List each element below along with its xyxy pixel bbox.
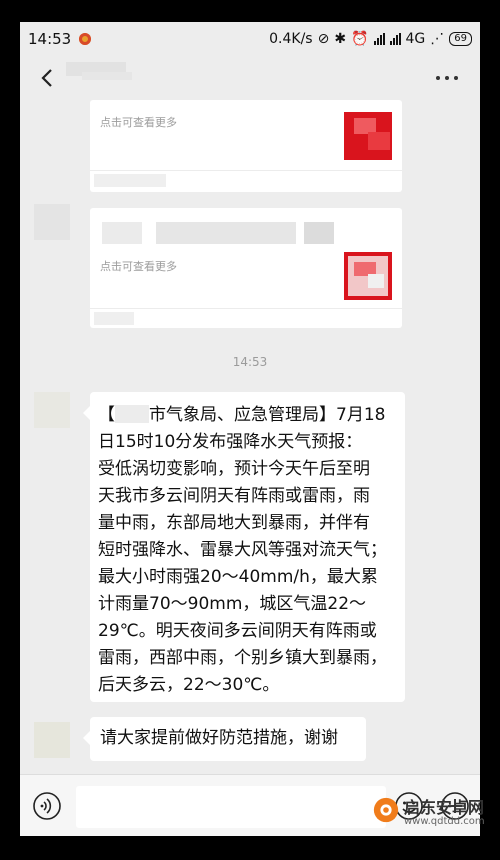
card-title-redaction-2 (156, 222, 296, 244)
card-title-redaction-3 (304, 222, 334, 244)
card-hint: 点击可查看更多 (100, 260, 177, 273)
alarm-icon: ⏰ (351, 31, 369, 47)
more-dots-icon[interactable] (436, 74, 460, 82)
phone-screen: 14:53 0.4K/s ⊘ ✱ ⏰ 4G ⋰ 69 点击可查看更多 点击可查看… (20, 22, 480, 836)
site-watermark: 启东安卓网 www.qdtdd.com (372, 790, 490, 842)
message-line: 量中雨，东部局地大到暴雨，并伴有 (98, 513, 370, 533)
link-card[interactable]: 点击可查看更多 (90, 100, 402, 192)
link-icon: ⊘ (317, 31, 330, 47)
message-line: 受低涡切变影响，预计今天午后至明 (98, 459, 370, 479)
watermark-logo-icon (373, 797, 399, 823)
network-type: 4G (405, 31, 426, 47)
text-message[interactable]: 【市气象局、应急管理局】7月18 日15时10分发布强降水天气预报： 受低涡切变… (83, 392, 405, 702)
redaction (115, 405, 149, 423)
message-timestamp: 14:53 (232, 355, 268, 369)
message-text: 请大家提前做好防范措施，谢谢 (100, 728, 338, 748)
status-bar: 14:53 0.4K/s ⊘ ✱ ⏰ 4G ⋰ 69 (20, 22, 480, 56)
card-source-redaction (94, 312, 134, 325)
network-speed: 0.4K/s (269, 31, 313, 47)
bluetooth-icon: ✱ (334, 31, 347, 47)
card-hint: 点击可查看更多 (100, 116, 177, 129)
status-time: 14:53 (28, 30, 72, 48)
battery-icon: 69 (449, 32, 472, 46)
watermark-url: www.qdtdd.com (404, 816, 485, 827)
signal-icon (373, 33, 385, 45)
message-line: 天我市多云间阴天有阵雨或雷雨，雨 (98, 486, 370, 506)
card-title-redaction (102, 222, 142, 244)
signal-icon-2 (389, 33, 401, 45)
avatar[interactable] (34, 392, 70, 428)
voice-icon[interactable] (32, 791, 62, 821)
card-thumbnail (344, 112, 392, 160)
avatar[interactable] (34, 722, 70, 758)
message-line: 短时强降水、雷暴大风等强对流天气； (98, 540, 387, 560)
card-thumbnail (344, 252, 392, 300)
message-line: 后天多云，22～30℃。 (98, 675, 280, 695)
message-line: 【市气象局、应急管理局】7月18 (98, 405, 386, 425)
message-line: 计雨量70～90mm，城区气温22～ (98, 594, 367, 614)
chat-title-redaction-2 (82, 72, 132, 80)
message-input[interactable] (76, 786, 386, 828)
message-line: 日15时10分发布强降水天气预报： (98, 432, 363, 452)
message-line: 雷雨，西部中雨，个别乡镇大到暴雨， (98, 648, 387, 668)
wifi-icon: ⋰ (430, 31, 445, 47)
message-line: 29℃。明天夜间多云间阴天有阵雨或 (98, 621, 377, 641)
watermark-title: 启东安卓网 (404, 798, 485, 817)
message-line: 最大小时雨强20～40mm/h，最大累 (98, 567, 378, 587)
notification-icon (79, 33, 92, 45)
text-message[interactable]: 请大家提前做好防范措施，谢谢 (83, 717, 366, 761)
card-source-redaction (94, 174, 166, 187)
chevron-left-icon[interactable] (34, 64, 62, 92)
avatar[interactable] (34, 204, 70, 240)
link-card[interactable]: 点击可查看更多 (90, 208, 402, 328)
